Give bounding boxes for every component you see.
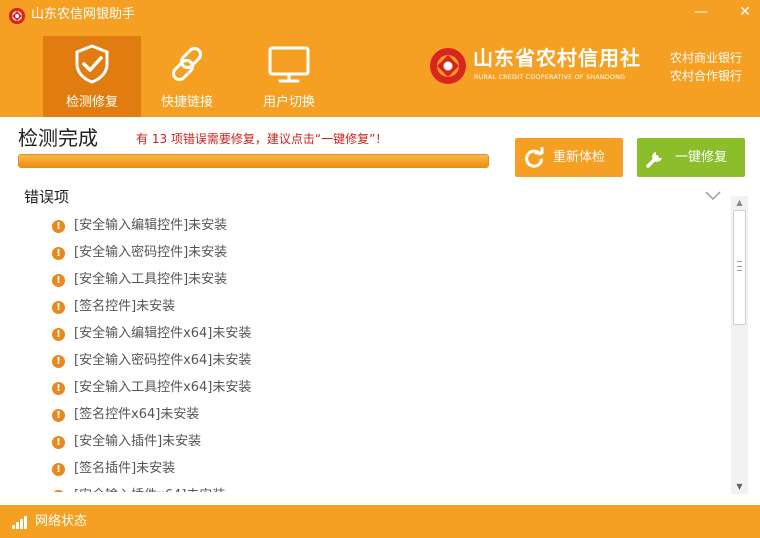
signal-bars-icon [12, 516, 27, 529]
error-item-text: [安全输入工具控件]未安装 [74, 272, 228, 287]
network-status-link[interactable]: 网络状态 [35, 514, 87, 530]
progress-bar [18, 154, 489, 168]
error-item-text: [安全输入密码控件]未安装 [74, 245, 228, 260]
refresh-icon [525, 147, 544, 168]
error-item-text: [签名控件]未安装 [74, 299, 176, 314]
brand-logo-icon [430, 48, 466, 84]
brand-side-line-2: 农村合作银行 [670, 69, 743, 83]
tab-label: 快捷链接 [160, 95, 213, 110]
error-item-text: [安全输入插件]未安装 [74, 434, 202, 449]
scroll-down-button[interactable]: ▼ [731, 480, 748, 494]
scrollbar[interactable]: ▲ ▼ [731, 196, 748, 494]
minimize-button[interactable]: — [686, 0, 716, 24]
chevron-down-icon[interactable] [704, 188, 722, 202]
chain-link-icon [171, 46, 203, 82]
fix-label: 一键修复 [675, 150, 728, 165]
error-item-text: [安全输入插件x64]未安装 [74, 488, 225, 492]
status-message: 有 13 项错误需要修复，建议点击“一键修复”！ [136, 132, 388, 146]
error-item-text: [安全输入编辑控件]未安装 [74, 218, 228, 233]
recheck-button[interactable]: 重新体检 [515, 138, 623, 177]
tab-user-switch[interactable]: 用户切换 [240, 36, 338, 117]
monitor-icon [268, 46, 310, 83]
title-bar[interactable]: 山东农信网银助手 — ✕ [0, 0, 760, 30]
warning-icon: ! [52, 247, 65, 260]
brand-name: 山东省农村信用社 [473, 46, 641, 70]
warning-icon: ! [52, 382, 65, 395]
progress-fill [19, 155, 488, 167]
tab-label: 检测修复 [65, 95, 118, 110]
warning-icon: ! [52, 355, 65, 368]
scroll-thumb[interactable] [733, 210, 746, 325]
tab-label: 用户切换 [262, 95, 315, 110]
error-item-text: [签名控件x64]未安装 [74, 407, 200, 422]
app-logo-icon [8, 7, 26, 25]
error-item-text: [安全输入编辑控件x64]未安装 [74, 326, 252, 341]
warning-icon: ! [52, 490, 65, 492]
scroll-grip-icon [737, 261, 742, 271]
errors-section-title: 错误项 [24, 188, 70, 206]
header: 山东农信网银助手 — ✕ 检测修复 快捷链接 用户切换 山东省农村信用社 RUR… [0, 0, 760, 117]
scroll-up-button[interactable]: ▲ [731, 196, 748, 210]
close-button[interactable]: ✕ [730, 0, 760, 24]
window-title: 山东农信网银助手 [31, 7, 136, 22]
error-item-text: [安全输入密码控件x64]未安装 [74, 353, 252, 368]
warning-icon: ! [52, 301, 65, 314]
error-list: ! [安全输入编辑控件]未安装! [安全输入密码控件]未安装! [安全输入工具控件]未… [0, 212, 728, 492]
brand-subtitle: RURAL CREDIT COOPERATIVE OF SHANDONG [474, 73, 626, 81]
tab-detect-repair[interactable]: 检测修复 [43, 36, 141, 117]
warning-icon: ! [52, 463, 65, 476]
recheck-label: 重新体检 [553, 150, 606, 165]
one-click-fix-button[interactable]: 一键修复 [637, 138, 745, 177]
wrench-icon [646, 152, 662, 168]
warning-icon: ! [52, 328, 65, 341]
warning-icon: ! [52, 220, 65, 233]
error-item-text: [安全输入工具控件x64]未安装 [74, 380, 252, 395]
error-item-text: [签名插件]未安装 [74, 461, 176, 476]
shield-check-icon [75, 44, 109, 84]
footer: 网络状态 [0, 505, 760, 538]
status-title: 检测完成 [18, 126, 98, 150]
warning-icon: ! [52, 436, 65, 449]
brand-side-line-1: 农村商业银行 [670, 51, 743, 65]
warning-icon: ! [52, 274, 65, 287]
warning-icon: ! [52, 409, 65, 422]
tab-quick-links[interactable]: 快捷链接 [138, 36, 236, 117]
